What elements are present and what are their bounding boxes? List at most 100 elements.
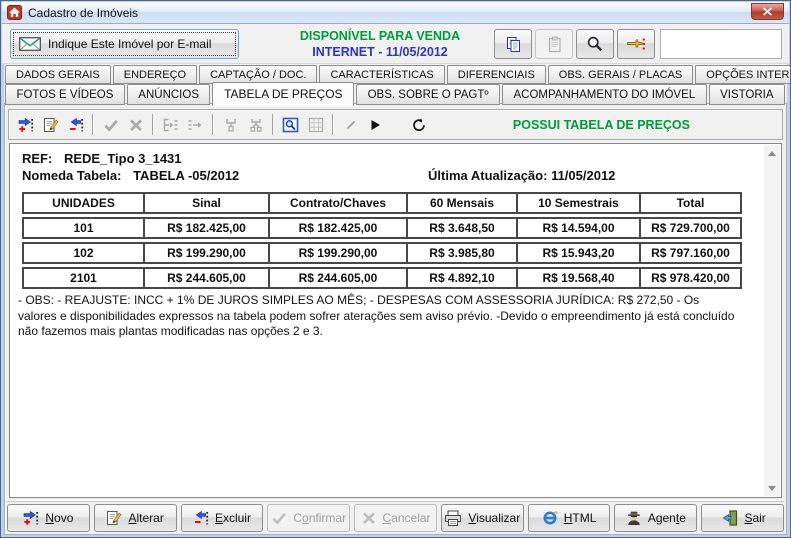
last-updated: Última Atualização: 11/05/2012 bbox=[428, 168, 615, 183]
tab-strip-row1: DADOS GERAIS ENDEREÇO CAPTAÇÃO / DOC. CA… bbox=[5, 65, 787, 84]
price-table-header-row: UNIDADES Sinal Contrato/Chaves 60 Mensai… bbox=[22, 192, 742, 214]
sair-button[interactable]: Sair bbox=[701, 504, 784, 532]
table-cell: R$ 15.943,20 bbox=[518, 244, 641, 262]
indicate-by-email-button[interactable]: Indique Este Imóvel por E-mail bbox=[10, 29, 239, 59]
tab-anuncios[interactable]: ANÚNCIOS bbox=[127, 84, 211, 105]
table-cell: 102 bbox=[24, 244, 145, 262]
excel-grid-icon bbox=[308, 117, 324, 133]
table-cell: R$ 978.420,00 bbox=[641, 269, 740, 287]
refresh-button[interactable] bbox=[406, 112, 431, 137]
play-button[interactable] bbox=[363, 112, 388, 137]
tab-acompanhamento-do-imovel[interactable]: ACOMPANHAMENTO DO IMÓVEL bbox=[502, 84, 707, 105]
scroll-up-button[interactable] bbox=[764, 145, 780, 161]
confirmar-button[interactable]: Confirmar bbox=[267, 504, 350, 532]
tab-obs-gerais-placas[interactable]: OBS. GERAIS / PLACAS bbox=[548, 65, 694, 84]
cancelar-button[interactable]: Cancelar bbox=[354, 504, 437, 532]
link-record-icon bbox=[162, 117, 179, 133]
cancel-button[interactable] bbox=[123, 112, 148, 137]
ref-value: REDE_Tipo 3_1431 bbox=[64, 151, 182, 166]
tab-vistoria[interactable]: VISTORIA bbox=[709, 84, 785, 105]
tab-tabela-de-precos[interactable]: TABELA DE PREÇOS bbox=[212, 82, 354, 106]
excluir-button[interactable]: Excluir bbox=[181, 504, 264, 532]
visualizar-button[interactable]: Visualizar bbox=[441, 504, 524, 532]
agent-detective-icon bbox=[626, 510, 642, 526]
tab-endereco[interactable]: ENDEREÇO bbox=[113, 65, 197, 84]
table-cell: R$ 3.648,50 bbox=[408, 219, 518, 237]
price-table: UNIDADES Sinal Contrato/Chaves 60 Mensai… bbox=[22, 192, 742, 289]
unlink-detail-button[interactable] bbox=[183, 112, 208, 137]
window-title: Cadastro de Imóveis bbox=[28, 6, 138, 20]
add-row-button[interactable] bbox=[13, 112, 38, 137]
button-label: Cancelar bbox=[383, 511, 431, 525]
link-detail-button[interactable] bbox=[158, 112, 183, 137]
table-cell: R$ 19.568,40 bbox=[518, 269, 641, 287]
cancel-x-icon bbox=[361, 510, 377, 526]
has-price-table-status: POSSUI TABELA DE PREÇOS bbox=[513, 118, 690, 132]
search-button[interactable] bbox=[576, 29, 614, 59]
preview-button[interactable] bbox=[278, 112, 303, 137]
toolbar-separator bbox=[92, 114, 94, 135]
cadastro-de-imoveis-window: Cadastro de Imóveis Indique Este Imóvel … bbox=[0, 0, 791, 538]
cancel-x-icon bbox=[128, 117, 144, 133]
header-cell-10-semestrais: 10 Semestrais bbox=[518, 194, 641, 212]
last-updated-value: 11/05/2012 bbox=[551, 168, 615, 183]
button-label: Confirmar bbox=[293, 511, 346, 525]
tab-strip-row2: FOTOS E VÍDEOS ANÚNCIOS TABELA DE PREÇOS… bbox=[5, 84, 787, 105]
tab-opcoes-internet[interactable]: OPÇÕES INTERNET bbox=[695, 65, 791, 84]
preview-magnifier-icon bbox=[282, 117, 300, 133]
append-detail-button[interactable] bbox=[243, 112, 268, 137]
table-name-label: Nomeda Tabela: bbox=[22, 168, 121, 183]
copy-icon bbox=[505, 36, 522, 53]
paste-button[interactable] bbox=[535, 29, 573, 59]
ref-line: REF: REDE_Tipo 3_1431 bbox=[22, 151, 775, 166]
table-name-value: TABELA -05/2012 bbox=[133, 168, 239, 183]
footer-button-bar: Novo Alterar Excluir Confirmar Cancelar … bbox=[6, 501, 785, 532]
envelope-icon bbox=[19, 37, 41, 51]
search-icon bbox=[586, 35, 604, 53]
hand-pointer-button[interactable] bbox=[617, 29, 655, 59]
slash-icon bbox=[344, 118, 358, 132]
check-icon bbox=[103, 117, 119, 133]
agente-button[interactable]: Agente bbox=[614, 504, 697, 532]
copy-button[interactable] bbox=[494, 29, 532, 59]
button-label: Agente bbox=[648, 511, 686, 525]
edit-record-icon bbox=[43, 117, 59, 133]
vertical-scrollbar[interactable] bbox=[764, 145, 780, 496]
table-cell: R$ 14.594,00 bbox=[518, 219, 641, 237]
confirm-button[interactable] bbox=[98, 112, 123, 137]
table-name-line: Nomeda Tabela: TABELA -05/2012 Última At… bbox=[22, 168, 775, 183]
close-button[interactable] bbox=[751, 3, 784, 20]
alterar-button[interactable]: Alterar bbox=[94, 504, 177, 532]
titlebar: Cadastro de Imóveis bbox=[2, 2, 789, 24]
export-excel-button[interactable] bbox=[303, 112, 328, 137]
top-toolbar: Indique Este Imóvel por E-mail DISPONÍVE… bbox=[2, 24, 789, 64]
house-app-icon bbox=[7, 5, 22, 20]
table-cell: 101 bbox=[24, 219, 145, 237]
table-cell: 2101 bbox=[24, 269, 145, 287]
toolbar-separator bbox=[272, 114, 274, 135]
tab-diferenciais[interactable]: DIFERENCIAIS bbox=[447, 65, 546, 84]
tool-slash-button[interactable] bbox=[338, 112, 363, 137]
novo-button[interactable]: Novo bbox=[7, 504, 90, 532]
tab-dados-gerais[interactable]: DADOS GERAIS bbox=[5, 65, 111, 84]
table-cell: R$ 4.892,10 bbox=[408, 269, 518, 287]
fork-down-icon bbox=[223, 117, 239, 133]
add-record-icon bbox=[23, 510, 39, 526]
insert-detail-button[interactable] bbox=[218, 112, 243, 137]
toolbar-blank-field bbox=[660, 29, 782, 59]
toolbar-separator bbox=[332, 114, 334, 135]
tabela-de-precos-page: POSSUI TABELA DE PREÇOS REF: REDE_Tipo 3… bbox=[4, 103, 787, 535]
tab-fotos-e-videos[interactable]: FOTOS E VÍDEOS bbox=[5, 84, 125, 105]
price-table-content: REF: REDE_Tipo 3_1431 Nomeda Tabela: TAB… bbox=[9, 143, 782, 498]
scroll-down-button[interactable] bbox=[764, 480, 780, 496]
tab-obs-sobre-o-pagto[interactable]: OBS. SOBRE O PAGTº bbox=[356, 84, 500, 105]
fork-down-double-icon bbox=[248, 117, 264, 133]
toolbar-separator bbox=[212, 114, 214, 135]
printer-icon bbox=[444, 510, 462, 527]
close-x-icon bbox=[762, 7, 773, 16]
html-button[interactable]: HTML bbox=[528, 504, 611, 532]
delete-row-button[interactable] bbox=[63, 112, 88, 137]
delete-record-icon bbox=[193, 510, 209, 526]
email-button-label: Indique Este Imóvel por E-mail bbox=[48, 37, 211, 51]
edit-row-button[interactable] bbox=[38, 112, 63, 137]
